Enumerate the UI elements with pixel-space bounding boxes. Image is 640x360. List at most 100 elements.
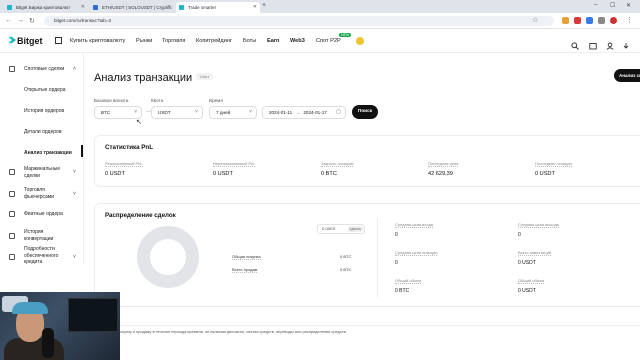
minimize-button[interactable]: – — [594, 2, 597, 8]
quote-select[interactable]: USDT ˅ — [151, 106, 203, 119]
apps-grid-icon[interactable] — [55, 37, 62, 44]
forward-icon[interactable]: → — [17, 17, 24, 24]
convert-icon — [9, 233, 15, 239]
stat-label: Средняя цена позиции — [395, 250, 438, 256]
sidebar-item-order-history[interactable]: История ордеров — [24, 108, 64, 115]
menu-buy-crypto[interactable]: Купить криптовалюту — [70, 38, 125, 44]
sidebar-item-transaction-analysis[interactable]: Анализ транзакции — [24, 150, 72, 157]
chevron-down-icon[interactable]: ˅ — [73, 191, 76, 197]
browser-tab[interactable]: ETH/USDT | SOLOUSDT | Cryptoc ✕ — [90, 2, 174, 13]
base-currency-value: BTC — [101, 110, 111, 115]
download-icon[interactable] — [622, 37, 630, 49]
chevron-down-icon: ˅ — [195, 109, 198, 115]
extension-icon[interactable] — [574, 17, 581, 24]
webcam-person-cap — [12, 302, 48, 314]
pnl-title: Статистика PnL — [105, 144, 153, 151]
distribution-select-tag: сделок — [347, 226, 363, 232]
favicon-icon — [179, 5, 184, 10]
logo-text: Bitget — [17, 36, 43, 46]
favicon-icon — [7, 5, 12, 10]
sidebar: Спотовые сделки ˄ Открытые ордера Истори… — [0, 53, 84, 266]
stat-value: 0 USDT — [518, 260, 536, 266]
bitget-logo[interactable]: Bitget — [8, 35, 44, 46]
distribution-select-value: 0,0AEK — [322, 226, 336, 231]
menu-earn[interactable]: Earn — [267, 38, 279, 44]
bookmark-star-icon[interactable]: ☆ — [532, 16, 538, 24]
chevron-down-icon[interactable]: ˅ — [73, 169, 76, 175]
new-badge: NEW — [339, 33, 352, 37]
menu-copytrading[interactable]: Копитрейдинг — [196, 38, 232, 44]
stat-value: 0 USDT — [105, 171, 125, 177]
maximize-button[interactable]: ☐ — [610, 2, 615, 9]
base-currency-select[interactable]: BTC ˅ — [94, 106, 142, 119]
sidebar-item-futures[interactable]: Торговля фьючерсами — [24, 187, 70, 200]
browser-tab-title: ETH/USDT | SOLOUSDT | Cryptoc — [102, 5, 172, 10]
active-indicator — [81, 145, 83, 157]
back-icon[interactable]: ← — [5, 17, 12, 24]
divider — [377, 218, 378, 298]
new-tab-button[interactable]: + — [262, 2, 266, 9]
search-button[interactable]: Поиск — [352, 105, 378, 119]
menu-bots[interactable]: Боты — [243, 38, 256, 44]
stat-label: Общий объем — [395, 278, 422, 284]
sidebar-item-secured-loan[interactable]: Подробности обеспеченного кредита — [24, 246, 72, 266]
search-icon[interactable] — [571, 37, 579, 50]
page-title: Анализ транзакции — [94, 72, 193, 84]
user-icon[interactable] — [606, 37, 614, 50]
distribution-donut-chart — [137, 226, 199, 288]
legend-value: 0 BTC — [340, 267, 352, 272]
webcam-background-monitor — [68, 298, 118, 332]
chevron-down-icon[interactable]: ˅ — [73, 254, 76, 260]
sidebar-item-fiat-orders[interactable]: Фиатные ордера — [24, 211, 63, 218]
stat-label: Всего инвестиций — [518, 250, 552, 256]
sidebar-group-spot[interactable]: Спотовые сделки — [24, 66, 64, 73]
menu-markets[interactable]: Рынки — [136, 38, 152, 44]
browser-tab-active[interactable]: Trade smarter ✕ — [176, 2, 260, 13]
stat-label: Средняя цена входа — [395, 222, 434, 228]
promo-icon[interactable] — [356, 37, 364, 45]
stat-value: 0 BTC — [395, 288, 410, 294]
close-icon[interactable]: ✕ — [167, 2, 171, 13]
extension-icon[interactable] — [586, 17, 593, 24]
stat-value: 0 USDT — [213, 171, 233, 177]
date-range-input[interactable]: 2024-01-11 → 2024-01-17 ▢ — [262, 106, 346, 119]
extension-icon[interactable] — [562, 17, 569, 24]
url-input[interactable]: bitget.com/ru/transac?tab=3 — [44, 16, 554, 26]
wallet-icon[interactable] — [589, 37, 597, 50]
menu-trade[interactable]: Торговля — [162, 38, 185, 44]
stat-value: 0 BTC — [321, 171, 337, 177]
sidebar-item-convert-history[interactable]: История конвертации — [24, 229, 70, 242]
reload-icon[interactable]: ↻ — [29, 17, 35, 25]
menu-spot-p2p[interactable]: Спот P2P — [316, 38, 341, 44]
browser-tab-title: Trade smarter — [188, 5, 217, 10]
close-icon[interactable]: ✕ — [253, 2, 257, 13]
time-select[interactable]: 7 дней ˅ — [209, 106, 257, 119]
close-window-button[interactable]: ✕ — [626, 2, 631, 9]
stat-label: Последняя позиция — [535, 161, 572, 167]
calendar-icon: ▢ — [336, 109, 341, 115]
chevron-up-icon[interactable]: ˄ — [73, 66, 76, 72]
sidebar-item-margin[interactable]: Маржинальные сделки — [24, 166, 70, 179]
date-from: 2024-01-11 — [269, 110, 293, 115]
distribution-select[interactable]: 0,0AEK сделок — [317, 224, 365, 234]
extension-icon[interactable] — [598, 17, 605, 24]
stat-value: 0 — [395, 260, 398, 266]
sidebar-item-open-orders[interactable]: Открытые ордера — [24, 87, 66, 94]
date-to: 2024-01-17 — [303, 110, 327, 115]
close-icon[interactable]: ✕ — [81, 2, 85, 13]
legend-label: Всего продаж — [232, 267, 258, 273]
footer-note-text: покупку и продажу в течение периода врем… — [118, 329, 347, 334]
browser-menu-icon[interactable]: ⋮ — [626, 16, 633, 24]
chevron-down-icon: ˅ — [249, 109, 252, 115]
site-header: Bitget Купить криптовалюту Рынки Торговл… — [0, 29, 640, 53]
profile-avatar[interactable] — [610, 17, 617, 24]
sidebar-item-order-details[interactable]: Детали ордеров — [24, 129, 61, 136]
main-content: Анализ транзакции Спот Анализ сп Базовая… — [84, 53, 640, 360]
spot-analysis-button[interactable]: Анализ сп — [614, 69, 640, 82]
browser-tab[interactable]: Bitget Биржа криптовалют ✕ — [4, 2, 88, 13]
stat-value: 0 — [395, 232, 398, 238]
menu-web3[interactable]: Web3 — [290, 38, 305, 44]
spot-icon — [9, 66, 15, 72]
webcam-overlay — [0, 292, 120, 360]
time-value: 7 дней — [216, 110, 231, 115]
